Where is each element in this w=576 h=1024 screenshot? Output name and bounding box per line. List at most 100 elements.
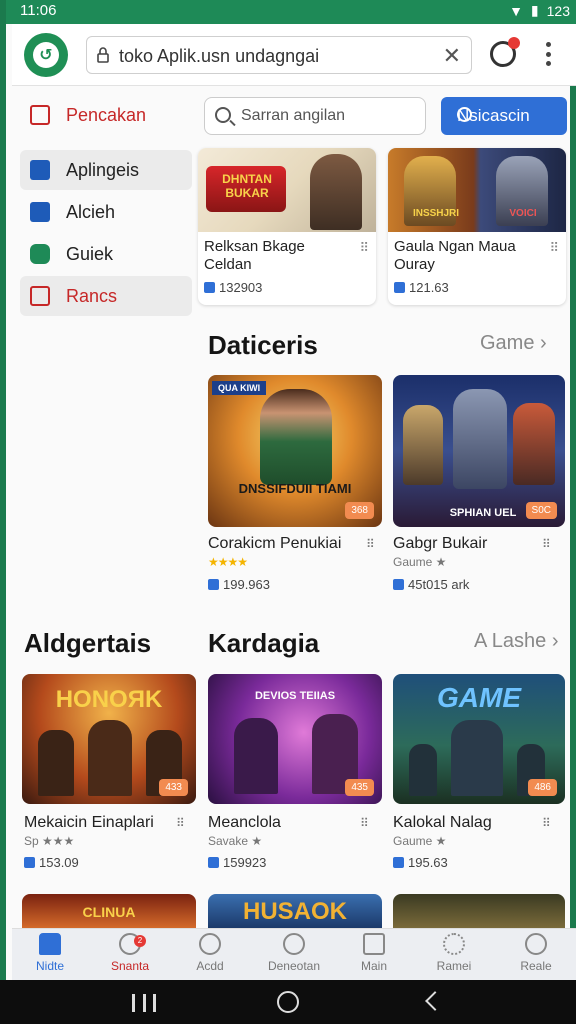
game-title-art: DEVIOS TEIIAS	[254, 690, 336, 702]
chevron-right-icon: ›	[540, 332, 547, 354]
download-icon	[204, 282, 215, 293]
featured-card[interactable]: INSSHJRI VOICI Gaula Ngan Maua Ouray ⠿ 1…	[388, 148, 566, 305]
close-icon[interactable]: ✕	[443, 43, 461, 69]
game-title-art: DNSSIFDUII TIAMI	[238, 481, 352, 496]
download-count: 159923	[208, 855, 266, 870]
download-count: 195.63	[393, 855, 448, 870]
sidebar-item-alcieh[interactable]: Alcieh	[20, 192, 192, 232]
lock-icon	[97, 47, 109, 63]
category-icon	[30, 105, 50, 125]
recents-icon[interactable]	[132, 994, 156, 1012]
download-count: 45t015 ark	[393, 577, 469, 592]
game-thumbnail: DHNTAN BUKAR	[198, 148, 376, 232]
game-thumbnail[interactable]: SPHIAN UEL S0C	[393, 375, 565, 527]
target-icon	[283, 933, 305, 955]
more-icon[interactable]: ⠿	[359, 240, 368, 256]
battery-icon: ▮	[530, 2, 539, 18]
sidebar-item-rancs[interactable]: Rancs	[20, 276, 192, 316]
more-icon[interactable]: ⠿	[542, 537, 551, 551]
nav-label: Acdd	[196, 959, 224, 973]
download-icon	[24, 857, 35, 868]
more-icon[interactable]: ⠿	[542, 816, 551, 830]
more-icon[interactable]: ⠿	[366, 537, 375, 551]
game-thumbnail[interactable]: HUSAOK	[208, 894, 382, 928]
section-link[interactable]: Game ›	[480, 332, 547, 355]
search-button[interactable]: Nsicascin	[441, 97, 567, 135]
back-icon[interactable]	[425, 991, 445, 1011]
game-logo: QUA KIWI	[212, 381, 267, 395]
card-title: Relksan Bkage Celdan	[204, 238, 305, 273]
status-icons: ▼ ▮ 123	[509, 2, 570, 19]
rating-badge: 486	[528, 779, 557, 796]
more-menu-icon[interactable]	[546, 42, 552, 66]
nav-ramei[interactable]: Ramei	[414, 933, 494, 973]
download-count: 153.09	[24, 855, 79, 870]
sidebar-item-label: Rancs	[66, 285, 118, 306]
section-link[interactable]: A Lashe ›	[474, 630, 559, 653]
more-icon[interactable]: ⠿	[360, 816, 369, 830]
nav-home[interactable]: Nidte	[10, 933, 90, 973]
sidebar-item-aplingeis[interactable]: Aplingeis	[20, 150, 192, 190]
nav-label: Main	[360, 959, 387, 973]
nav-snanta[interactable]: 2 Snanta	[90, 933, 170, 973]
rating-badge: S0C	[525, 502, 557, 519]
nav-label: Nidte	[35, 959, 64, 973]
download-count: 132903	[204, 280, 262, 295]
sidebar-item-label: Alcieh	[66, 201, 116, 222]
app-logo-icon[interactable]: ↺	[24, 33, 68, 77]
game-title-art: SPHIAN UEL	[449, 507, 517, 519]
notification-badge	[508, 37, 520, 49]
game-category: Savake ★	[208, 834, 263, 848]
gear-icon	[443, 933, 465, 955]
game-thumbnail[interactable]	[393, 894, 565, 928]
status-battery: 123	[546, 2, 570, 19]
status-time: 11:06	[20, 2, 57, 19]
sidebar-item-label: Aplingeis	[66, 159, 140, 180]
game-name[interactable]: Mekaicin Einaplari	[24, 814, 154, 832]
hexagon-icon	[30, 244, 50, 264]
sidebar-item-guiek[interactable]: Guiek	[20, 234, 192, 274]
game-thumbnail: INSSHJRI VOICI	[388, 148, 566, 232]
rating-badge: 435	[345, 779, 374, 796]
close-box-icon	[30, 286, 50, 306]
game-title-art: INSSHJRI	[412, 208, 460, 219]
home-circle-icon[interactable]	[277, 991, 299, 1013]
game-thumbnail[interactable]: CLINUA	[22, 894, 196, 928]
nav-reale[interactable]: Reale	[496, 933, 576, 973]
sidebar: Pencakan Aplingeis Alcieh Guiek Rancs	[20, 90, 192, 316]
nav-acdd[interactable]: Acdd	[170, 933, 250, 973]
game-category: Gaume ★	[393, 555, 447, 569]
game-name[interactable]: Corakicm Penukiai	[208, 535, 341, 553]
game-name[interactable]: Kalokal Nalag	[393, 814, 492, 832]
game-name[interactable]: Gabgr Bukair	[393, 535, 487, 553]
game-thumbnail[interactable]: GAME 486	[393, 674, 565, 804]
game-category: Gaume ★	[393, 834, 447, 848]
message-icon	[363, 933, 385, 955]
search-input[interactable]: Sarran angilan	[204, 97, 426, 135]
notification-badge: 2	[134, 935, 146, 947]
rating-badge: 433	[159, 779, 188, 796]
sidebar-item-pencakan[interactable]: Pencakan	[20, 90, 192, 140]
more-icon[interactable]: ⠿	[176, 816, 185, 830]
puzzle-icon	[30, 202, 50, 222]
download-count: 199.963	[208, 577, 270, 592]
nav-main[interactable]: Main	[334, 933, 414, 973]
system-navigation-bar	[0, 980, 576, 1024]
apps-icon	[30, 160, 50, 180]
game-thumbnail[interactable]: DEVIOS TEIIAS 435	[208, 674, 382, 804]
featured-card[interactable]: DHNTAN BUKAR Relksan Bkage Celdan ⠿ 1329…	[198, 148, 376, 305]
url-bar[interactable]: toko Aplik.usn undagngai ✕	[86, 36, 472, 74]
game-thumbnail[interactable]: QUA KIWI DNSSIFDUII TIAMI 368	[208, 375, 382, 527]
nav-label: Ramei	[436, 959, 472, 973]
bottom-navigation: Nidte 2 Snanta Acdd Deneotan Main Ramei …	[12, 928, 576, 980]
game-title-art: HONOЯK	[55, 686, 163, 713]
sidebar-item-label: Pencakan	[66, 104, 147, 125]
search-icon	[215, 107, 231, 123]
game-thumbnail[interactable]: HONOЯK 433	[22, 674, 196, 804]
game-name[interactable]: Meanclola	[208, 814, 281, 832]
home-icon	[39, 933, 61, 955]
more-icon[interactable]: ⠿	[549, 240, 558, 256]
game-title-art: CLINUA	[82, 904, 136, 920]
nav-deneotan[interactable]: Deneotan	[254, 933, 334, 973]
download-icon	[394, 282, 405, 293]
